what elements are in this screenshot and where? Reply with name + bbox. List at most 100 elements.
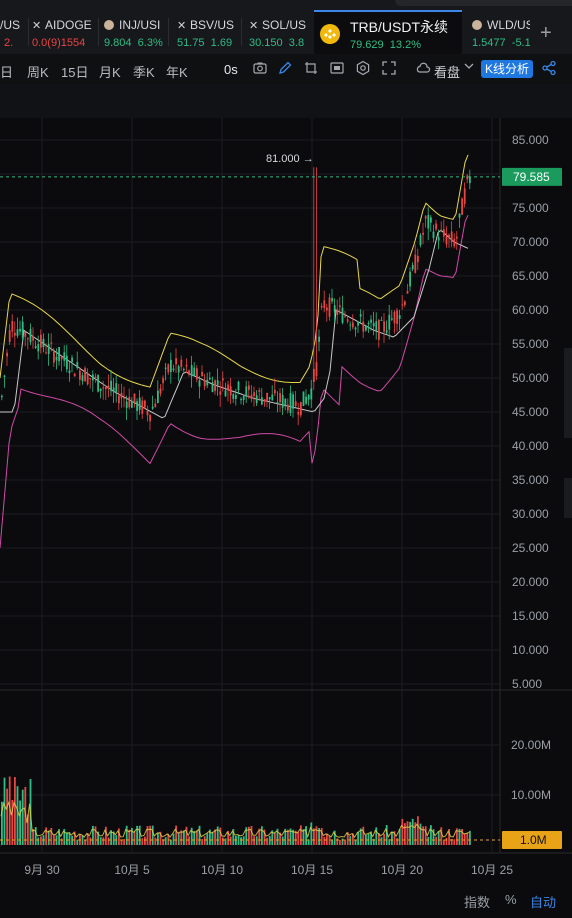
kline-chart[interactable]: 85.00080.00075.00070.00065.00060.00055.0… (0, 118, 572, 884)
candle-body (305, 396, 307, 404)
price-axis-label: 10.000 (512, 643, 549, 657)
timeframe-day[interactable]: 日 (0, 62, 13, 81)
candle-body (115, 383, 118, 393)
volume-bar (211, 832, 214, 845)
volume-axis-label: 10.00M (511, 788, 551, 802)
tab-divider (98, 18, 99, 46)
candle-body (258, 390, 261, 392)
timeframe-week[interactable]: 周K (27, 62, 49, 81)
chart-toolbar: 日 周K 15日 月K 季K 年K 0s 看盘 K线分析 (0, 54, 572, 85)
volume-bar (424, 826, 427, 845)
volume-bar (326, 833, 328, 845)
volume-bar (188, 836, 190, 845)
indicator-icon[interactable] (329, 60, 345, 76)
kline-analysis-button[interactable]: K线分析 (481, 60, 533, 78)
candle-body (47, 343, 50, 354)
volume-bar (76, 839, 79, 845)
candle-body (209, 377, 211, 380)
candle-body (440, 229, 443, 231)
percent-toggle[interactable]: % (505, 892, 517, 907)
candle-body (357, 321, 359, 326)
close-icon[interactable]: ✕ (32, 19, 41, 32)
candle-body (138, 397, 141, 410)
volume-bar (396, 838, 398, 845)
chart-background (0, 118, 572, 884)
candle-body (370, 319, 372, 323)
candle-body (58, 347, 60, 362)
volume-bar (172, 833, 175, 845)
candle-body (81, 375, 84, 382)
volume-bar (380, 837, 383, 845)
candle-body (341, 307, 344, 323)
crop-icon[interactable] (303, 60, 319, 76)
timeframe-year[interactable]: 年K (166, 62, 188, 81)
camera-icon[interactable] (252, 60, 268, 76)
chart-footer: 指数 % 自动 (0, 884, 572, 918)
volume-bar (255, 836, 258, 845)
candle-body (6, 352, 8, 357)
candle-body (427, 214, 430, 229)
candle-body (107, 385, 110, 389)
candle-body (112, 387, 115, 392)
view-mode-dropdown[interactable]: 看盘 (434, 62, 460, 81)
candle-body (248, 385, 250, 390)
ticker-tab-2[interactable]: INJ/USI 9.804 6.3% (104, 10, 164, 54)
ticker-tab-1[interactable]: ✕ AIDOGE 0.0(9)1554 (32, 10, 94, 54)
candle-body (292, 394, 294, 409)
volume-bar (92, 825, 94, 845)
timeframe-quarter[interactable]: 季K (133, 62, 155, 81)
candle-body (86, 373, 89, 385)
volume-bar (391, 831, 393, 845)
scroll-handle[interactable] (564, 348, 572, 438)
candle-body (16, 329, 19, 336)
volume-bar (125, 825, 128, 845)
ticker-tab-6[interactable]: WLD/US 1.5477 -5.1 (472, 10, 530, 54)
ticker-tab-4[interactable]: ✕ SOL/US 30.150 3.8 (249, 10, 309, 54)
pencil-icon[interactable] (277, 60, 293, 76)
index-toggle[interactable]: 指数 (464, 892, 490, 911)
candle-body (27, 338, 29, 340)
candle-body (419, 235, 422, 246)
settings-icon[interactable] (355, 60, 371, 76)
auto-scale-toggle[interactable]: 自动 (530, 892, 556, 911)
candle-body (261, 397, 263, 405)
chevron-down-icon[interactable] (461, 60, 477, 76)
candle-body (328, 297, 331, 317)
ticker-tab-3[interactable]: ✕ BSV/US 51.75 1.69 (177, 10, 237, 54)
volume-bar (222, 837, 224, 845)
candle-body (79, 370, 81, 380)
candle-body (383, 321, 385, 332)
volume-bar (128, 829, 131, 845)
add-tab-button[interactable]: + (540, 22, 552, 45)
candle-body (315, 362, 318, 377)
close-icon[interactable]: ✕ (249, 19, 258, 32)
candle-body (263, 399, 266, 402)
volume-bar (99, 837, 102, 845)
timeframe-15day[interactable]: 15日 (61, 62, 88, 81)
candle-body (320, 305, 323, 308)
timeframe-month[interactable]: 月K (99, 62, 121, 81)
volume-bar (203, 836, 206, 845)
scroll-handle[interactable] (564, 478, 572, 518)
volume-bar (406, 821, 409, 845)
interval-selector[interactable]: 0s (224, 62, 238, 77)
share-icon[interactable] (541, 60, 557, 76)
candle-body (216, 380, 219, 386)
ticker-tab-5[interactable]: TRB/USDT永续 79.629 13.2% (314, 10, 462, 56)
volume-bar (47, 830, 50, 845)
candle-body (63, 352, 66, 361)
chart-info-strip (0, 84, 572, 118)
volume-bar (240, 837, 242, 845)
candle-body (354, 327, 357, 330)
candle-body (372, 322, 375, 327)
candle-body (133, 393, 136, 403)
fullscreen-icon[interactable] (381, 60, 397, 76)
tab-symbol: INJ/USI (104, 18, 160, 32)
candle-body (443, 229, 445, 237)
close-icon[interactable]: ✕ (177, 19, 186, 32)
candle-body (157, 390, 159, 403)
candle-body (118, 395, 120, 404)
ticker-tab-0[interactable]: /US 2. (0, 10, 24, 54)
date-axis-label: 10月 25 (471, 863, 513, 877)
volume-bar (430, 825, 432, 845)
